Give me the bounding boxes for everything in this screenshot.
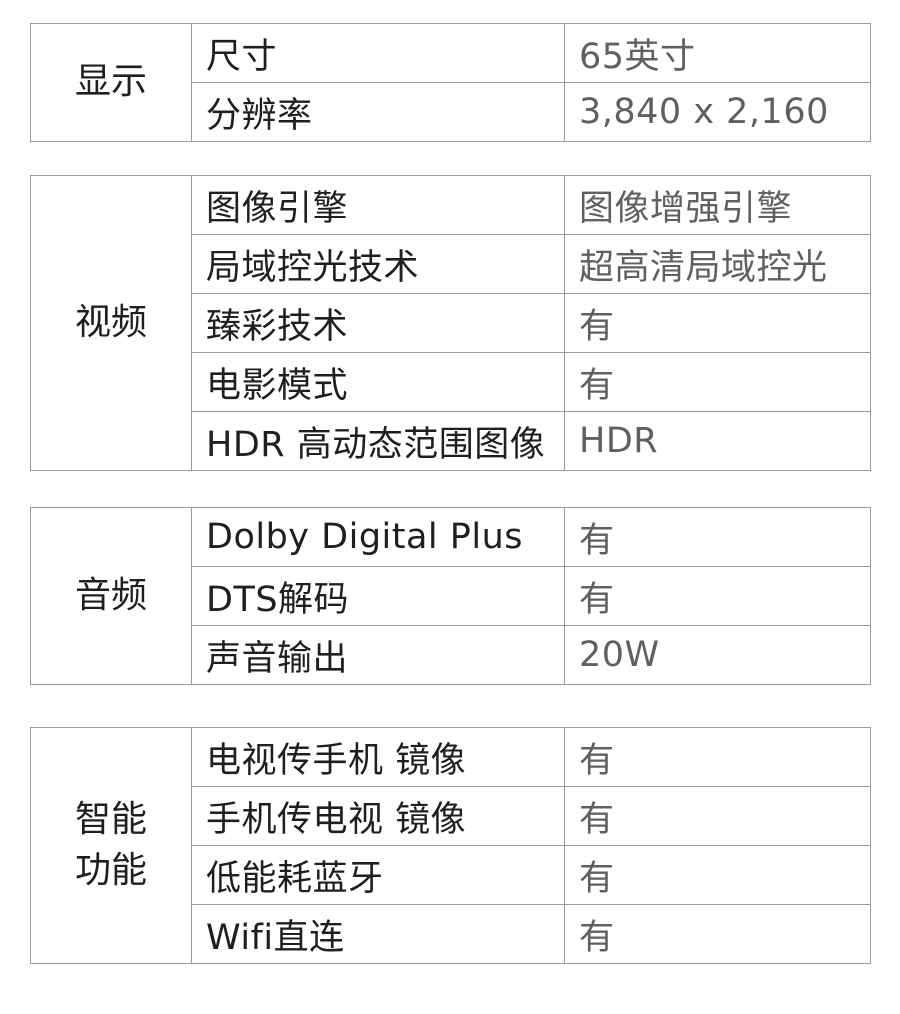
feature-value: 图像增强引擎 (564, 175, 871, 235)
feature-name: 局域控光技术 (191, 234, 565, 294)
feature-value: 有 (564, 727, 871, 787)
feature-name: Dolby Digital Plus (191, 507, 565, 567)
category-label: 音频 (30, 507, 192, 685)
feature-name: 电影模式 (191, 352, 565, 412)
table-row: 音频 Dolby Digital Plus 有 (30, 507, 871, 685)
category-label: 视频 (30, 175, 192, 471)
category-label-line: 显示 (74, 61, 147, 103)
feature-value: 有 (564, 566, 871, 626)
feature-name: 分辨率 (191, 82, 565, 142)
feature-value: 有 (564, 352, 871, 412)
feature-name: HDR 高动态范围图像 (191, 411, 565, 471)
feature-name: 尺寸 (191, 23, 565, 83)
feature-value: 65英寸 (564, 23, 871, 83)
feature-value: 超高清局域控光 (564, 234, 871, 294)
table-row: 智能 功能 电视传手机 镜像有 (30, 727, 871, 964)
category-label-line: 音频 (74, 574, 147, 616)
feature-value: HDR (564, 411, 871, 471)
feature-value: 有 (564, 786, 871, 846)
table-row: 显示 尺寸 65英寸 (30, 23, 871, 142)
feature-value: 20W (564, 625, 871, 685)
feature-name: 图像引擎 (191, 175, 565, 235)
feature-value: 有 (564, 507, 871, 567)
feature-value: 有 (564, 293, 871, 353)
category-label: 智能 功能 (30, 727, 192, 964)
feature-name: Wifi直连 (191, 904, 565, 964)
feature-name: 声音输出 (191, 625, 565, 685)
spec-table-video: 视频 图像引擎 图像增强引擎 局域控光技术 超高清局域控光 臻彩技术有电影模式有 HDR 高… (30, 175, 871, 471)
spec-table-smart-features: 智能 功能 电视传手机 镜像有手机传电视 镜像有低能耗蓝牙有 Wifi直连有 (30, 727, 871, 964)
feature-name: 臻彩技术 (191, 293, 565, 353)
category-label-line: 智能 (74, 799, 147, 841)
category-label: 显示 (30, 23, 192, 142)
feature-value: 有 (564, 904, 871, 964)
category-label-line: 视频 (74, 301, 147, 343)
feature-value: 有 (564, 845, 871, 905)
table-row: 视频 图像引擎 图像增强引擎 (30, 175, 871, 471)
feature-name: DTS解码 (191, 566, 565, 626)
category-label-line: 功能 (74, 849, 147, 891)
feature-value: 3,840 x 2,160 (564, 82, 871, 142)
feature-name: 电视传手机 镜像 (191, 727, 565, 787)
spec-table-display: 显示 尺寸 65英寸 分辨率 3,840 x 2,160 (30, 23, 871, 142)
spec-table-audio: 音频 Dolby Digital Plus 有 DTS解码有声音输出 20W (30, 507, 871, 685)
feature-name: 低能耗蓝牙 (191, 845, 565, 905)
feature-name: 手机传电视 镜像 (191, 786, 565, 846)
